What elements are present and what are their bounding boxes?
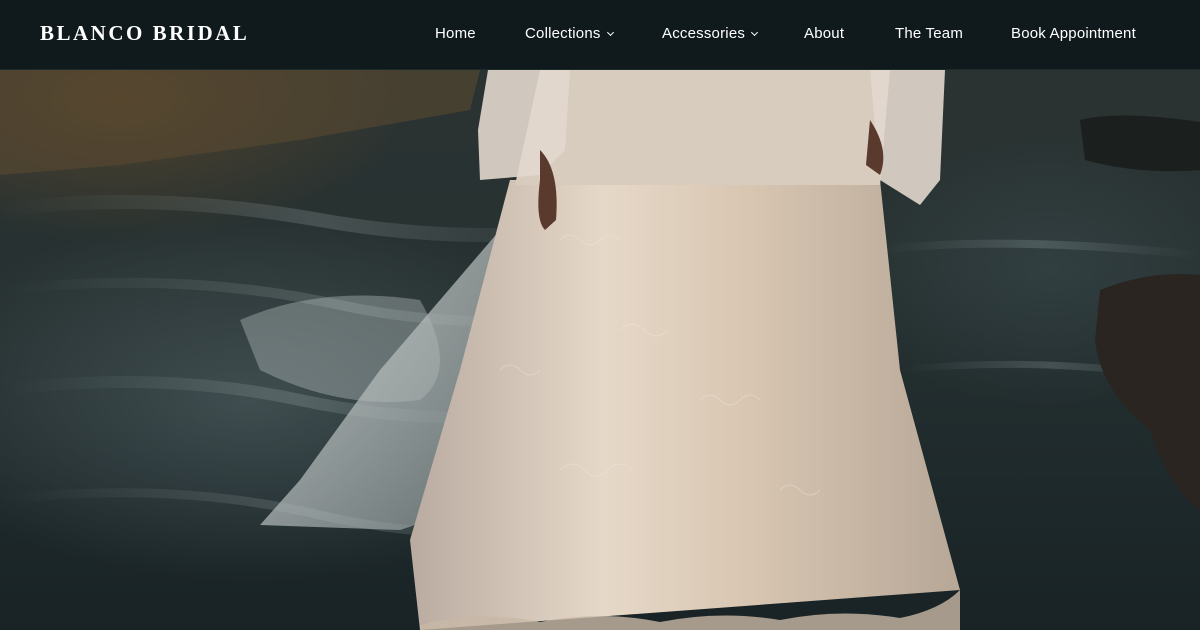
nav-item-label: The Team: [895, 25, 964, 42]
chevron-down-icon: [751, 28, 759, 37]
nav-item-label: Book Appointment: [1011, 25, 1136, 42]
bride-photo-illustration: [0, 70, 1200, 630]
site-header: BLANCO BRIDAL Home Collections Accessori…: [0, 0, 1200, 70]
nav-item-label: Accessories: [662, 25, 746, 42]
nav-item-the-team[interactable]: The Team: [895, 25, 963, 42]
hero-image: [0, 70, 1200, 630]
nav-item-accessories[interactable]: Accessories: [662, 25, 759, 42]
nav-item-home[interactable]: Home: [435, 25, 476, 42]
nav-item-label: Collections: [525, 25, 601, 42]
nav-item-label: About: [804, 25, 845, 42]
nav-item-about[interactable]: About: [804, 25, 844, 42]
nav-item-label: Home: [435, 25, 476, 42]
nav-item-collections[interactable]: Collections: [525, 25, 614, 42]
main-nav: Home Collections Accessories About The T…: [0, 0, 1200, 70]
chevron-down-icon: [606, 28, 614, 37]
nav-item-book-appointment[interactable]: Book Appointment: [1011, 25, 1136, 42]
